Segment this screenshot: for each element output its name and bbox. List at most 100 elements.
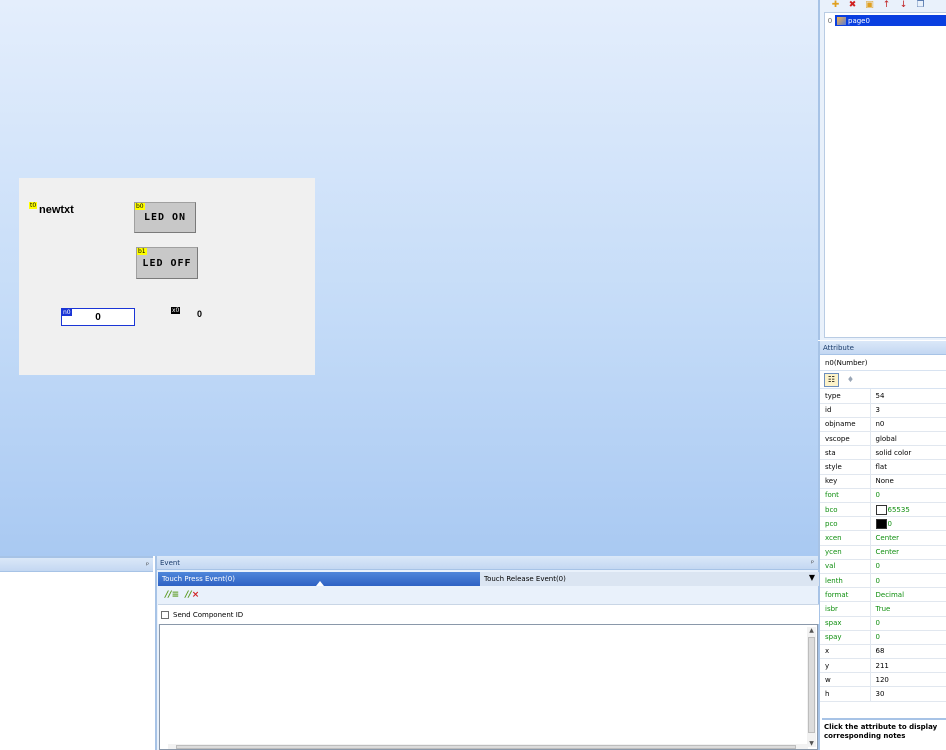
attr-row-type[interactable]: type 54 (820, 389, 946, 404)
attr-row-objname[interactable]: objname n0 (820, 417, 946, 433)
x0-number-component[interactable]: 0 (197, 309, 202, 319)
scroll-up-arrow[interactable]: ▲ (807, 627, 816, 634)
send-component-id-checkbox[interactable] (161, 610, 169, 619)
attr-value[interactable]: Center (870, 545, 946, 560)
attr-value[interactable]: 0 (870, 616, 946, 631)
attr-key: bco (820, 502, 871, 518)
attribute-toolbar: ☷ ♦ (820, 371, 946, 389)
event-toolbar: //≡ //× (158, 586, 819, 603)
tab-touch-press-event[interactable]: Touch Press Event(0) (158, 572, 480, 586)
attr-row-ycen[interactable]: ycen Center (820, 545, 946, 560)
attr-value[interactable]: True (870, 601, 946, 617)
bco-color-swatch[interactable] (875, 504, 887, 515)
hmi-page-preview[interactable]: t0 newtxt LED ON b0 LED OFF b1 0 n0 x0 0 (19, 178, 315, 375)
attr-row-pco[interactable]: pco 0 (820, 516, 946, 532)
comment-icon[interactable]: //≡ (165, 590, 179, 600)
n0-number-component[interactable]: 0 (61, 308, 135, 326)
attr-row-x[interactable]: x 68 (820, 644, 946, 660)
page-toolbar: ✚ ✖ ▣ ↑ ↓ ❐ (828, 0, 928, 11)
attr-row-spax[interactable]: spax 0 (820, 616, 946, 631)
attr-value[interactable]: 68 (870, 644, 946, 660)
attr-value[interactable]: flat (870, 459, 946, 475)
attr-value[interactable]: 54 (870, 389, 946, 404)
attr-value[interactable]: None (870, 474, 946, 489)
attr-value[interactable]: 0 (870, 559, 946, 574)
attr-row-sta[interactable]: sta solid color (820, 445, 946, 461)
chevron-down-icon[interactable]: ▼ (809, 573, 815, 582)
attr-value[interactable]: global (870, 431, 946, 447)
attr-row-style[interactable]: style flat (820, 459, 946, 475)
attr-row-key[interactable]: key None (820, 474, 946, 489)
attr-row-xcen[interactable]: xcen Center (820, 530, 946, 546)
attribute-panel: Attribute n0(Number) ☷ ♦ type 54 id 3 objn… (818, 341, 946, 750)
attr-key: type (820, 389, 871, 404)
attr-row-font[interactable]: font 0 (820, 488, 946, 504)
attr-key: val (820, 559, 871, 574)
event-panel: Event ᵖ Touch Press Event(0) Touch Relea… (155, 556, 819, 750)
attr-row-id[interactable]: id 3 (820, 403, 946, 418)
attr-value[interactable]: Center (870, 530, 946, 546)
scroll-thumb[interactable] (176, 745, 796, 749)
attr-value[interactable]: 30 (870, 686, 946, 702)
horizontal-scrollbar[interactable] (168, 744, 808, 749)
attr-value[interactable]: solid color (870, 445, 946, 461)
attr-row-w[interactable]: w 120 (820, 672, 946, 688)
attr-key: id (820, 403, 871, 418)
page-selected-row[interactable]: page0 (835, 15, 946, 26)
attr-key: isbr (820, 601, 871, 617)
move-up-icon[interactable]: ↑ (879, 0, 894, 11)
attribute-header: Attribute (820, 341, 946, 355)
selected-object-title: n0(Number) (820, 355, 946, 371)
pco-value: 0 (887, 519, 892, 528)
scroll-down-arrow[interactable]: ▼ (807, 740, 816, 747)
attr-value[interactable]: 0 (870, 488, 946, 504)
attr-key: x (820, 644, 871, 660)
alphabetical-view-icon[interactable]: ♦ (843, 373, 858, 387)
attr-row-vscope[interactable]: vscope global (820, 431, 946, 447)
event-code-editor[interactable]: ▲ ▼ (159, 624, 818, 750)
attr-row-spay[interactable]: spay 0 (820, 630, 946, 645)
attr-value[interactable]: 0 (870, 630, 946, 645)
add-page-icon[interactable]: ✚ (828, 0, 843, 11)
scroll-thumb[interactable] (808, 637, 815, 733)
attr-row-lenth[interactable]: lenth 0 (820, 573, 946, 589)
attr-key: spay (820, 630, 871, 645)
attr-row-bco[interactable]: bco 65535 (820, 502, 946, 518)
pco-color-swatch[interactable] (875, 518, 887, 529)
attr-value[interactable]: 0 (870, 573, 946, 589)
attr-row-h[interactable]: h 30 (820, 686, 946, 702)
pin-icon[interactable]: ᵖ (146, 561, 149, 569)
attr-row-y[interactable]: y 211 (820, 658, 946, 674)
page-list: 0 page0 (824, 12, 946, 338)
attr-value[interactable]: 0 (870, 516, 946, 532)
attr-row-isbr[interactable]: isbr True (820, 601, 946, 617)
event-header-label: Event (160, 558, 181, 567)
delete-page-icon[interactable]: ✖ (845, 0, 860, 11)
page-list-item[interactable]: 0 page0 (825, 15, 946, 26)
pin-icon[interactable]: ᵖ (811, 559, 814, 567)
send-component-id-row[interactable]: Send Component ID (158, 604, 819, 624)
attribute-note: Click the attribute to display correspon… (822, 718, 946, 750)
design-canvas[interactable]: t0 newtxt LED ON b0 LED OFF b1 0 n0 x0 0 (0, 0, 818, 556)
uncomment-icon[interactable]: //× (185, 590, 199, 600)
attr-value[interactable]: Decimal (870, 587, 946, 603)
attr-row-val[interactable]: val 0 (820, 559, 946, 574)
t0-text-component[interactable]: newtxt (39, 204, 74, 216)
attr-key: objname (820, 417, 871, 433)
page-icon (837, 16, 846, 25)
send-component-id-label: Send Component ID (173, 610, 244, 619)
insert-page-icon[interactable]: ▣ (862, 0, 877, 11)
tab-touch-release-event[interactable]: Touch Release Event(0) ▼ (480, 572, 819, 586)
attr-value[interactable]: 120 (870, 672, 946, 688)
attr-value[interactable]: n0 (870, 417, 946, 433)
attr-row-format[interactable]: format Decimal (820, 587, 946, 603)
copy-page-icon[interactable]: ❐ (913, 0, 928, 11)
attr-value[interactable]: 65535 (870, 502, 946, 518)
n0-id-tag: n0 (62, 309, 72, 316)
attr-key: spax (820, 616, 871, 631)
attr-value[interactable]: 211 (870, 658, 946, 674)
move-down-icon[interactable]: ↓ (896, 0, 911, 11)
attr-value[interactable]: 3 (870, 403, 946, 418)
categorized-view-icon[interactable]: ☷ (824, 372, 839, 387)
vertical-scrollbar[interactable]: ▲ ▼ (807, 627, 816, 747)
